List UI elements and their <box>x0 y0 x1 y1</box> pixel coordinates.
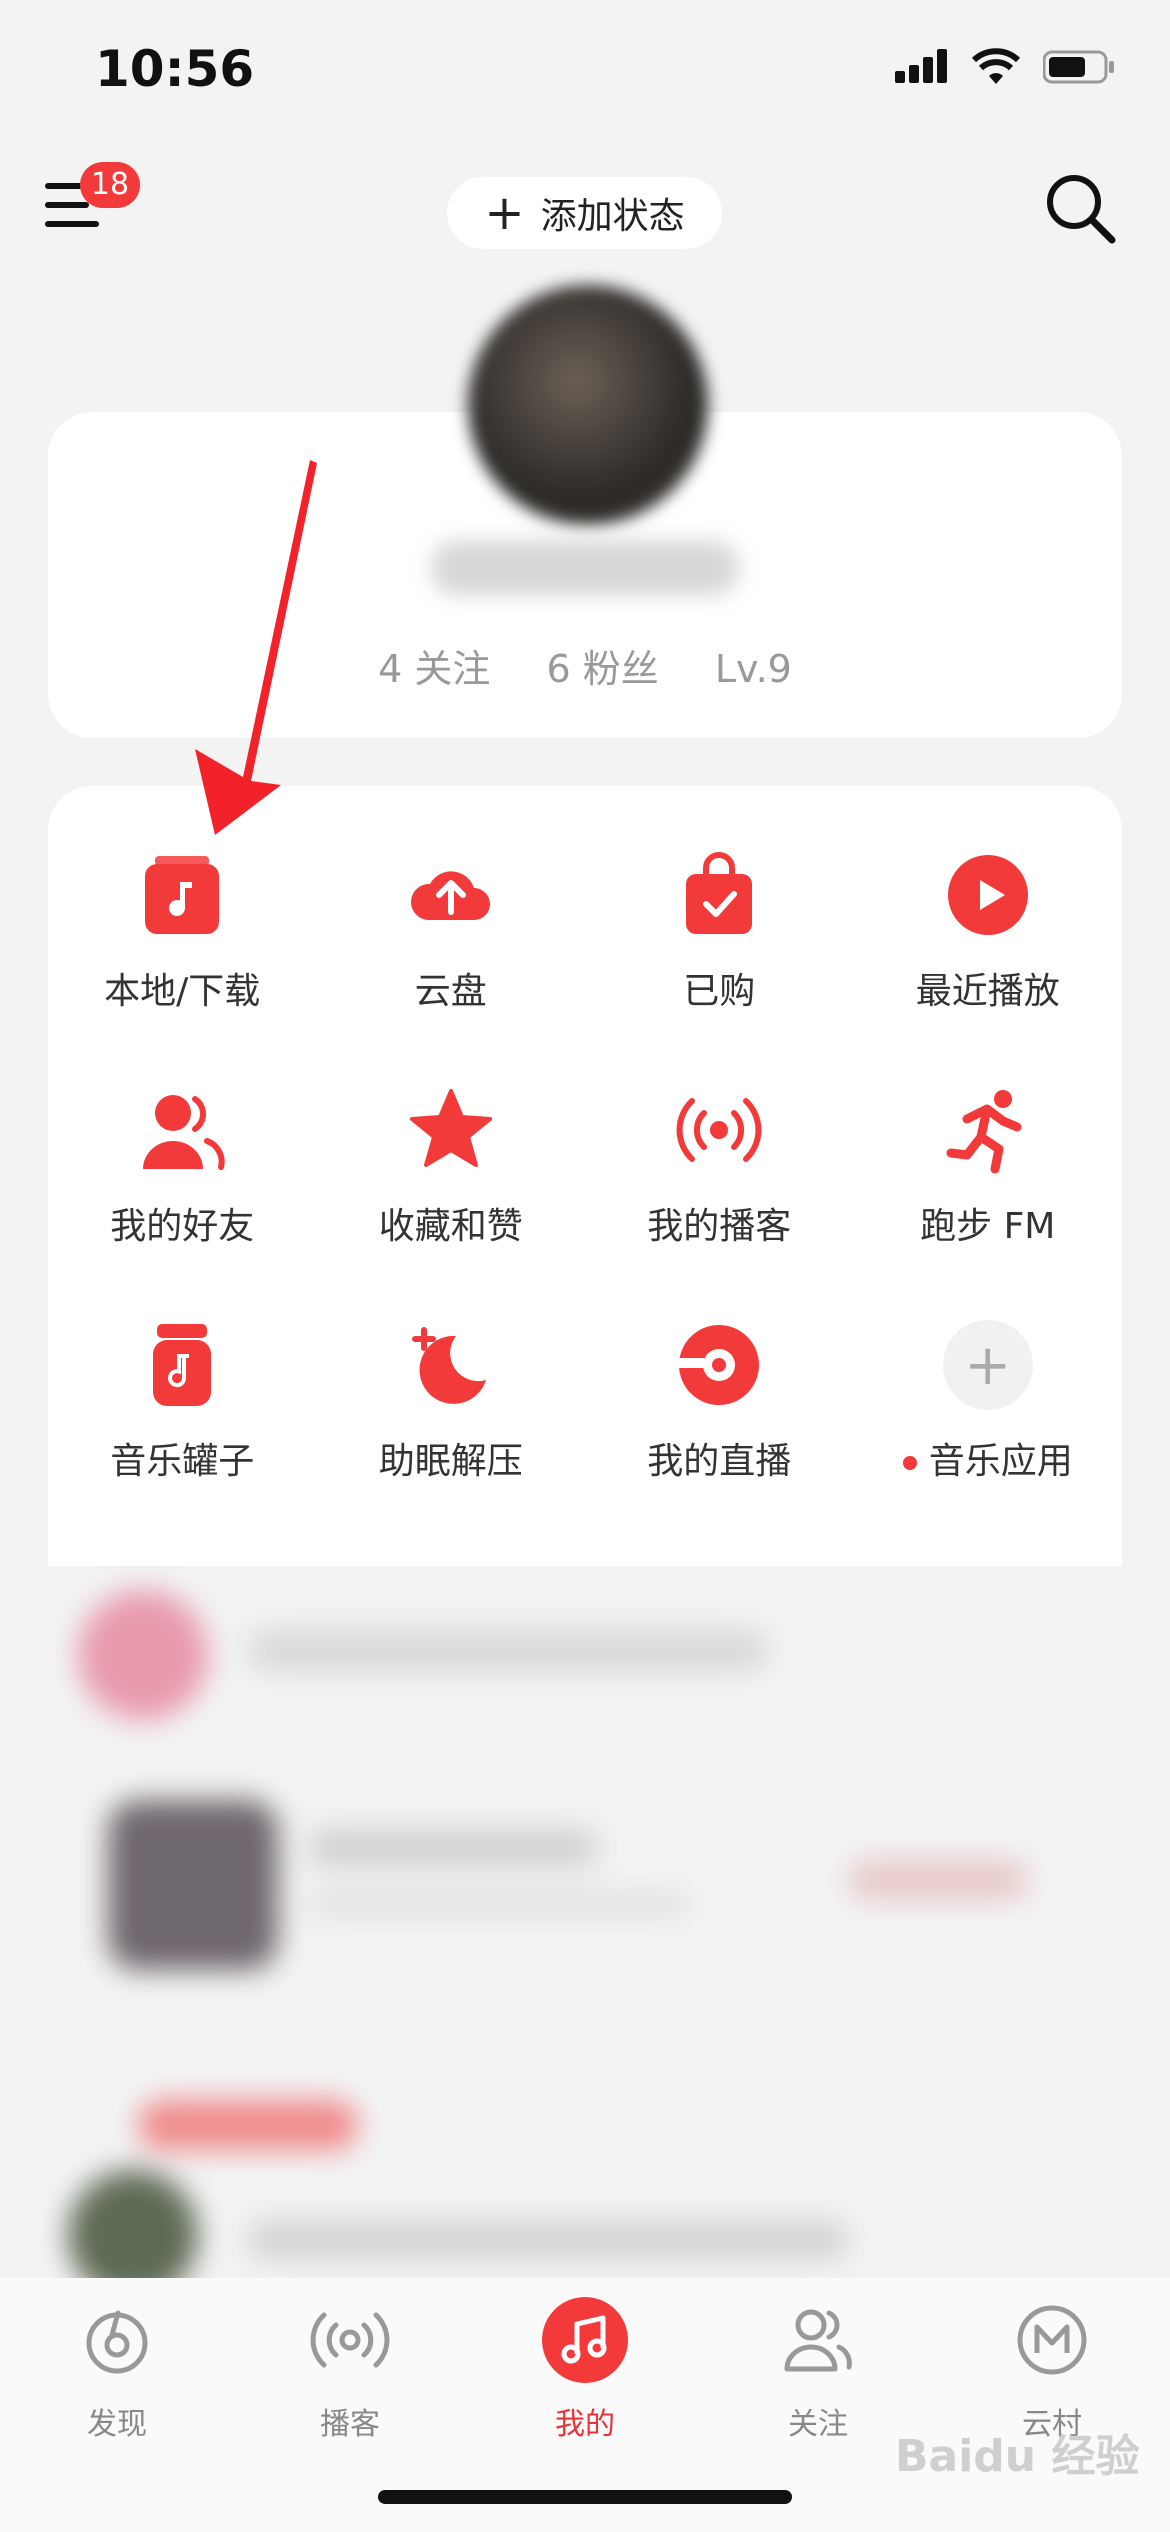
tab-label: 发现 <box>87 2407 147 2442</box>
discover-icon <box>86 2310 148 2374</box>
music-note-icon <box>561 2315 607 2364</box>
annotation-arrow-icon <box>195 460 317 835</box>
profile-name-blurred <box>430 540 740 596</box>
grid-item-label: 我的好友 <box>110 1206 255 1247</box>
status-icons <box>895 48 1115 86</box>
plus-icon: + <box>484 185 525 241</box>
grid-item-label: 我的播客 <box>647 1206 792 1247</box>
grid-item-my-podcast[interactable]: 我的播客 <box>585 1085 854 1320</box>
feature-grid: 本地/下载 云盘 已购 最近播放 我的好友 收藏和赞 我的播客 跑步 FM 音乐… <box>48 850 1122 1555</box>
grid-item-label: 已购 <box>683 971 756 1012</box>
grid-item-favorites[interactable]: 收藏和赞 <box>317 1085 586 1320</box>
star-icon <box>409 1089 492 1167</box>
grid-item-music-apps[interactable]: + 音乐应用 <box>854 1320 1123 1555</box>
battery-icon <box>1043 50 1114 84</box>
tab-label: 播客 <box>320 2407 380 2442</box>
moon-icon <box>411 1327 486 1404</box>
add-status-button[interactable]: + 添加状态 <box>447 177 722 249</box>
music-folder-icon <box>145 856 220 934</box>
shopping-bag-icon <box>686 852 753 934</box>
grid-item-purchased[interactable]: 已购 <box>585 850 854 1085</box>
grid-item-label: 云盘 <box>414 971 487 1012</box>
plus-icon: + <box>942 1320 1033 1410</box>
grid-item-label: 本地/下载 <box>104 971 261 1012</box>
blurred-content <box>48 1570 1122 2300</box>
grid-item-friends[interactable]: 我的好友 <box>48 1085 317 1320</box>
add-status-label: 添加状态 <box>540 196 685 237</box>
cloud-upload-icon <box>410 871 490 920</box>
grid-item-label: 音乐应用 <box>902 1432 1073 1484</box>
tab-label: 我的 <box>555 2407 615 2442</box>
grid-item-label: 我的直播 <box>647 1441 792 1482</box>
grid-item-label: 收藏和赞 <box>378 1206 523 1247</box>
cloud-village-icon <box>1017 2305 1087 2375</box>
tab-discover[interactable]: 发现 <box>47 2295 187 2443</box>
new-dot <box>902 1456 917 1470</box>
fans-count[interactable]: 6 粉丝 <box>547 647 659 691</box>
grid-item-label: 跑步 FM <box>920 1206 1056 1247</box>
grid-item-sleep[interactable]: 助眠解压 <box>317 1320 586 1555</box>
watermark: Baidu 经验 <box>895 2431 1140 2482</box>
tab-follow[interactable]: 关注 <box>748 2295 888 2443</box>
podcast-icon <box>310 2312 390 2368</box>
play-circle-icon <box>947 855 1028 935</box>
grid-item-recent-play[interactable]: 最近播放 <box>854 850 1123 1085</box>
grid-item-local-download[interactable]: 本地/下载 <box>48 850 317 1085</box>
grid-item-label: 最近播放 <box>915 971 1060 1012</box>
friends-icon <box>143 1095 225 1170</box>
grid-item-label: 音乐罐子 <box>110 1441 255 1482</box>
cellular-signal-icon <box>895 49 947 83</box>
avatar[interactable] <box>468 285 708 525</box>
search-icon[interactable] <box>1040 168 1120 248</box>
tab-mine[interactable]: 我的 <box>515 2295 655 2443</box>
status-time: 10:56 <box>95 40 255 98</box>
tab-podcast[interactable]: 播客 <box>280 2295 420 2443</box>
grid-item-music-jar[interactable]: 音乐罐子 <box>48 1320 317 1555</box>
grid-item-cloud[interactable]: 云盘 <box>317 850 586 1085</box>
following-count[interactable]: 4 关注 <box>378 647 490 691</box>
tab-label: 关注 <box>788 2407 848 2442</box>
grid-item-label: 助眠解压 <box>378 1441 523 1482</box>
music-jar-icon <box>153 1324 212 1406</box>
running-icon <box>946 1090 1022 1174</box>
notification-badge: 18 <box>80 162 140 208</box>
follow-icon <box>784 2309 852 2372</box>
user-level[interactable]: Lv.9 <box>715 647 792 691</box>
home-indicator[interactable] <box>378 2490 792 2504</box>
live-icon <box>678 1325 760 1405</box>
wifi-icon <box>971 48 1021 84</box>
grid-item-live[interactable]: 我的直播 <box>585 1320 854 1555</box>
grid-item-running-fm[interactable]: 跑步 FM <box>854 1085 1123 1320</box>
broadcast-icon <box>676 1098 762 1162</box>
